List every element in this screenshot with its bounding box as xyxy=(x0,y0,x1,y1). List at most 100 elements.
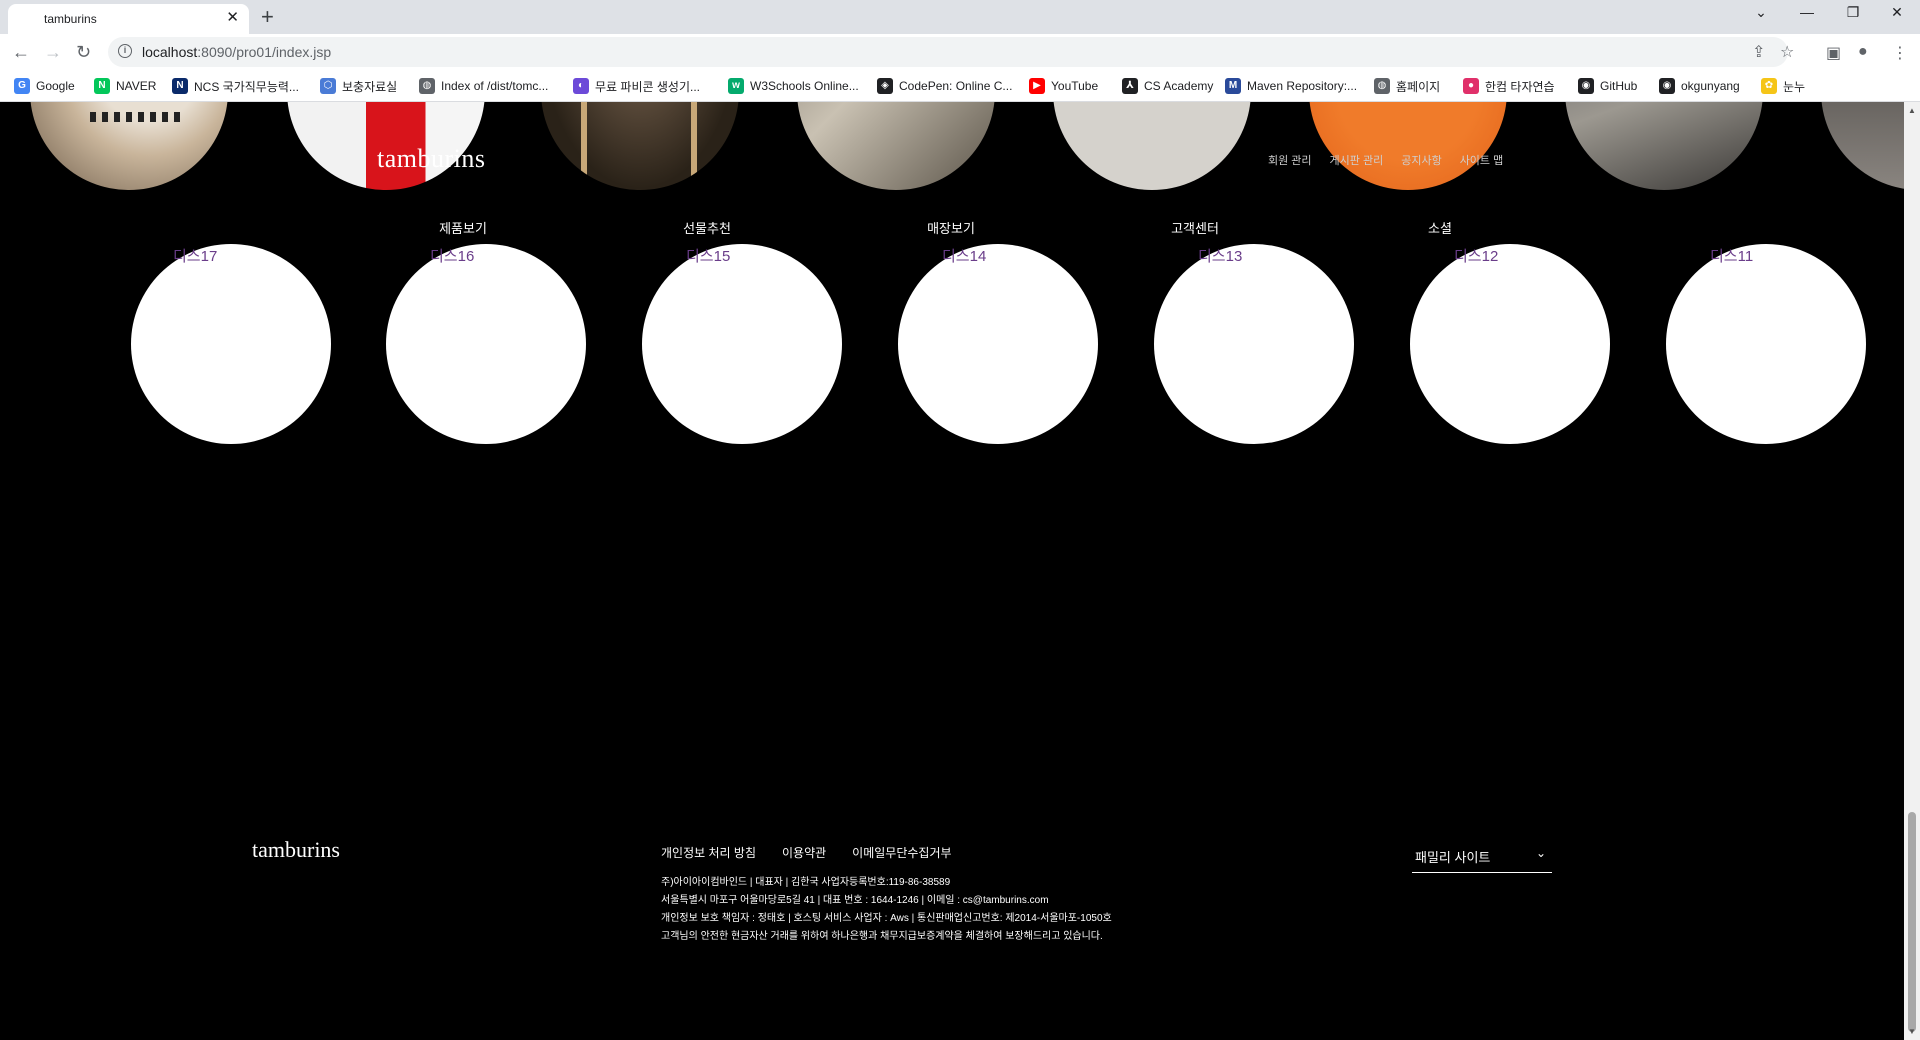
footer-logo[interactable]: tamburins xyxy=(252,837,340,863)
globe-icon: ◍ xyxy=(1374,78,1390,94)
circle-slide xyxy=(642,244,842,444)
email-refusal-link[interactable]: 이메일무단수집거부 xyxy=(852,844,951,861)
bookmark-item[interactable]: ▶ YouTube xyxy=(1029,78,1098,94)
circle-label: 디스15 xyxy=(686,248,731,265)
bookmark-item[interactable]: ◉ okgunyang xyxy=(1659,78,1740,94)
family-site-select[interactable]: 패밀리 사이트 ⌄ xyxy=(1412,841,1552,873)
company-info: 주)아이아이컴바인드 | 대표자 | 김한국 사업자등록번호:119-86-38… xyxy=(661,874,1112,946)
store-photo-6 xyxy=(1309,102,1507,190)
forward-icon[interactable]: → xyxy=(44,42,62,62)
terms-link[interactable]: 이용약관 xyxy=(782,844,826,861)
bookmark-label: GitHub xyxy=(1600,79,1638,93)
codepen-icon: ◈ xyxy=(877,78,893,94)
bookmark-item[interactable]: N NAVER xyxy=(94,78,156,94)
google-icon: G xyxy=(14,78,30,94)
bookmark-label: Google xyxy=(36,79,75,93)
circle-slide xyxy=(1666,244,1866,444)
bookmark-item[interactable]: ◍ 홈페이지 xyxy=(1374,78,1440,94)
chevron-down-icon: ⌄ xyxy=(1535,846,1546,860)
scroll-down-arrow-icon[interactable]: ▼ xyxy=(1908,1027,1916,1036)
share-icon[interactable]: ⇪ xyxy=(1752,42,1765,62)
favicon-icon: ◐ xyxy=(573,78,589,94)
page-scrollbar[interactable]: ▲ ▼ xyxy=(1904,102,1920,1040)
tab-strip: tamburins ✕ + ⌄ — ❐ ✕ xyxy=(0,0,1920,34)
bookmark-item[interactable]: ◈ CodePen: Online C... xyxy=(877,78,1012,94)
circle-slide xyxy=(1154,244,1354,444)
browser-chrome: tamburins ✕ + ⌄ — ❐ ✕ ← → ↻ i localhost:… xyxy=(0,0,1920,102)
bookmark-label: 무료 파비콘 생성기... xyxy=(595,79,700,94)
bookmark-label: 눈누 xyxy=(1783,79,1806,94)
bookmark-label: W3Schools Online... xyxy=(750,79,859,93)
scroll-thumb[interactable] xyxy=(1908,812,1916,1032)
site-info-icon[interactable]: i xyxy=(118,44,132,58)
bookmark-label: CS Academy xyxy=(1144,79,1214,93)
store-photo-4 xyxy=(797,102,995,190)
bookmark-label: 홈페이지 xyxy=(1396,79,1441,94)
scroll-up-arrow-icon[interactable]: ▲ xyxy=(1908,106,1916,115)
nav-item-products[interactable]: 제품보기 xyxy=(439,218,487,237)
circle-label: 디스14 xyxy=(942,248,987,265)
nav-item-gifts[interactable]: 선물추천 xyxy=(683,218,731,237)
close-window-icon[interactable]: ✕ xyxy=(1874,4,1920,21)
nav-item-support[interactable]: 고객센터 xyxy=(1171,218,1219,237)
utility-links: 회원 관리 게시판 관리 공지사항 사이트 맵 xyxy=(1268,152,1503,168)
nav-item-social[interactable]: 소셜 xyxy=(1428,218,1452,237)
store-photo-7 xyxy=(1565,102,1763,190)
bookmark-item[interactable]: G Google xyxy=(14,78,75,94)
bookmark-item[interactable]: ◍ Index of /dist/tomc... xyxy=(419,78,548,94)
bookmark-item[interactable]: ⅄ CS Academy xyxy=(1122,78,1213,94)
bookmark-item[interactable]: N NCS 국가직무능력... xyxy=(172,78,299,94)
family-site-label: 패밀리 사이트 xyxy=(1415,850,1491,865)
company-info-line: 개인정보 보호 책임자 : 정태호 | 호스팅 서비스 사업자 : Aws | … xyxy=(661,913,1112,924)
bookmark-label: Maven Repository:... xyxy=(1247,79,1358,93)
hexagon-icon: ⬡ xyxy=(320,78,336,94)
reload-icon[interactable]: ↻ xyxy=(76,42,91,62)
util-link-member[interactable]: 회원 관리 xyxy=(1268,152,1312,168)
nav-item-stores[interactable]: 매장보기 xyxy=(927,218,975,237)
w3schools-icon: w xyxy=(728,78,744,94)
naver-icon: N xyxy=(94,78,110,94)
circle-label: 디스17 xyxy=(173,248,218,265)
close-tab-icon[interactable]: ✕ xyxy=(226,10,239,26)
noonnu-icon: ✿ xyxy=(1761,78,1777,94)
back-icon[interactable]: ← xyxy=(12,42,30,62)
util-link-notice[interactable]: 공지사항 xyxy=(1401,152,1441,168)
cs-academy-icon: ⅄ xyxy=(1122,78,1138,94)
bookmark-item[interactable]: ◐ 무료 파비콘 생성기... xyxy=(573,78,700,94)
new-tab-icon[interactable]: + xyxy=(261,5,274,29)
globe-icon: ◍ xyxy=(419,78,435,94)
circle-slide xyxy=(1410,244,1610,444)
company-info-line: 고객님의 안전한 현금자산 거래를 위하여 하나은행과 채무지급보증계약을 체결… xyxy=(661,931,1103,942)
profile-avatar-icon[interactable]: ● xyxy=(1858,43,1868,61)
bookmark-item[interactable]: ⬡ 보충자료실 xyxy=(320,78,397,94)
header-logo[interactable]: tamburins xyxy=(377,144,486,174)
restore-icon[interactable]: ❐ xyxy=(1830,4,1876,21)
bookmark-star-icon[interactable]: ☆ xyxy=(1780,42,1794,62)
hancom-icon: ● xyxy=(1463,78,1479,94)
ncs-icon: N xyxy=(172,78,188,94)
bookmark-item[interactable]: M Maven Repository:... xyxy=(1225,78,1357,94)
util-link-sitemap[interactable]: 사이트 맵 xyxy=(1460,152,1504,168)
bookmark-item[interactable]: ● 한컴 타자연습 xyxy=(1463,78,1555,94)
side-panel-icon[interactable]: ▣ xyxy=(1826,43,1841,63)
bookmark-item[interactable]: ◉ GitHub xyxy=(1578,78,1637,94)
bookmark-label: Index of /dist/tomc... xyxy=(441,79,549,93)
bookmark-item[interactable]: ✿ 눈누 xyxy=(1761,78,1805,94)
bookmark-label: CodePen: Online C... xyxy=(899,79,1013,93)
tab-search-icon[interactable]: ⌄ xyxy=(1738,4,1784,21)
browser-toolbar: ← → ↻ i localhost:8090/pro01/index.jsp ⇪… xyxy=(0,34,1920,70)
bookmark-item[interactable]: w W3Schools Online... xyxy=(728,78,859,94)
tab-title: tamburins xyxy=(44,12,97,26)
menu-kebab-icon[interactable]: ⋮ xyxy=(1892,43,1908,63)
bookmarks-bar: G Google N NAVER N NCS 국가직무능력... ⬡ 보충자료실 ◍ Index … xyxy=(0,70,1920,102)
minimize-icon[interactable]: — xyxy=(1784,4,1830,20)
util-link-board[interactable]: 게시판 관리 xyxy=(1330,152,1384,168)
circle-slide xyxy=(131,244,331,444)
browser-tab[interactable]: tamburins ✕ xyxy=(8,4,249,34)
circle-label: 디스11 xyxy=(1710,248,1754,265)
footer-links: 개인정보 처리 방침 이용약관 이메일무단수집거부 xyxy=(661,844,952,861)
store-photo-1 xyxy=(30,102,228,190)
privacy-policy-link[interactable]: 개인정보 처리 방침 xyxy=(661,844,756,861)
company-info-line: 서울특별시 마포구 어울마당로5길 41 | 대표 번호 : 1644-1246… xyxy=(661,895,1049,906)
address-bar[interactable]: i localhost:8090/pro01/index.jsp ⇪ ☆ xyxy=(108,37,1794,67)
